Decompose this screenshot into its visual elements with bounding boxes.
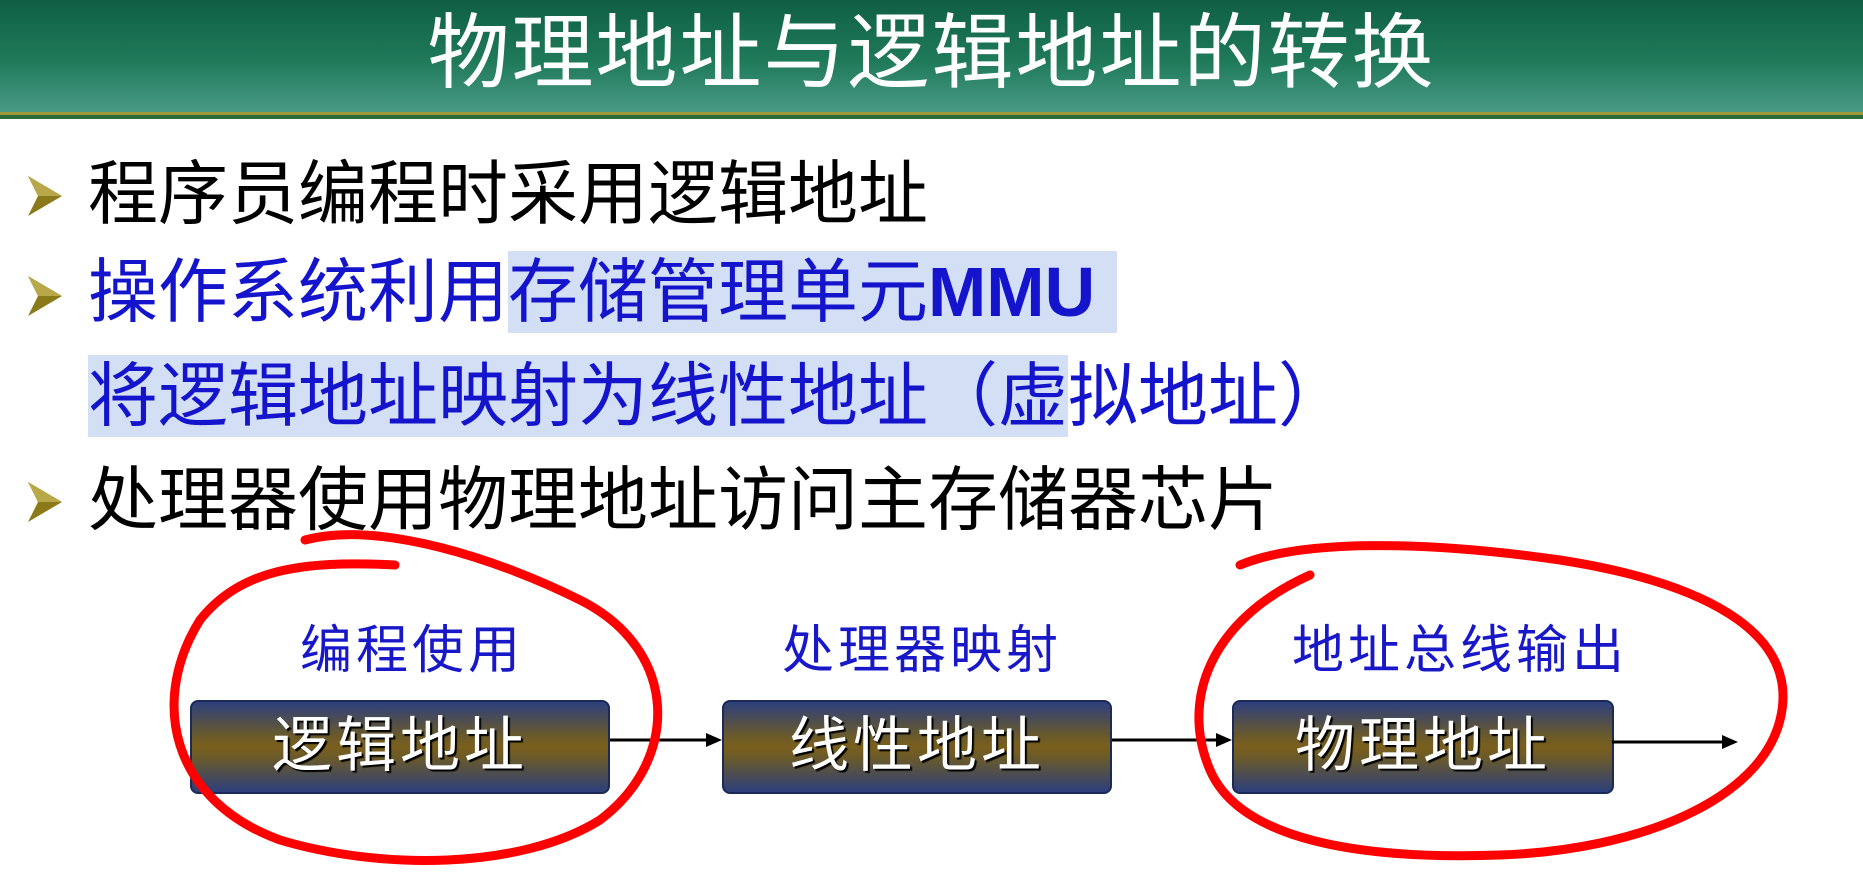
bullet-2-line2-plain: 拟地址） [1068,355,1348,437]
triangle-bullet-icon [28,276,62,316]
bullet-2-plain: 操作系统利用 [88,251,508,333]
bullet-2-line2-highlight: 将逻辑地址映射为线性地址（虚 [88,355,1068,437]
triangle-bullet-icon [28,482,62,522]
linear-address-box: 线性地址 [722,700,1112,794]
bullet-2-text: 操作系统利用存储管理单元MMU [88,246,1118,338]
physical-address-box: 物理地址 [1232,700,1614,794]
title-divider-shadow [0,115,1863,119]
bullet-2-line2: 将逻辑地址映射为线性地址（虚拟地址） [88,350,1348,442]
triangle-bullet-icon [28,176,62,216]
slide-title: 物理地址与逻辑地址的转换 [427,6,1436,101]
slide: 物理地址与逻辑地址的转换 程序员编程时采用逻辑地址 操作系统利用存储管理单元MM… [0,0,1863,891]
logical-address-box: 逻辑地址 [190,700,610,794]
right-arrow-icon [610,733,722,747]
bullet-2-highlight: 存储管理单元MMU [508,251,1118,333]
right-arrow-icon [1112,733,1232,747]
stage-2-label: 处理器映射 [781,621,1062,681]
bullet-3-text: 处理器使用物理地址访问主存储器芯片 [88,459,1278,541]
bullet-1-text: 程序员编程时采用逻辑地址 [88,153,928,235]
bullet-2-highlight-cn: 存储管理单元 [508,251,928,333]
stage-1-label: 编程使用 [299,621,524,681]
right-arrow-icon [1612,735,1738,749]
stage-3-label: 地址总线输出 [1291,621,1628,681]
bullet-2-highlight-mmu: MMU [928,253,1096,331]
red-annotation-circle-left [169,530,663,865]
